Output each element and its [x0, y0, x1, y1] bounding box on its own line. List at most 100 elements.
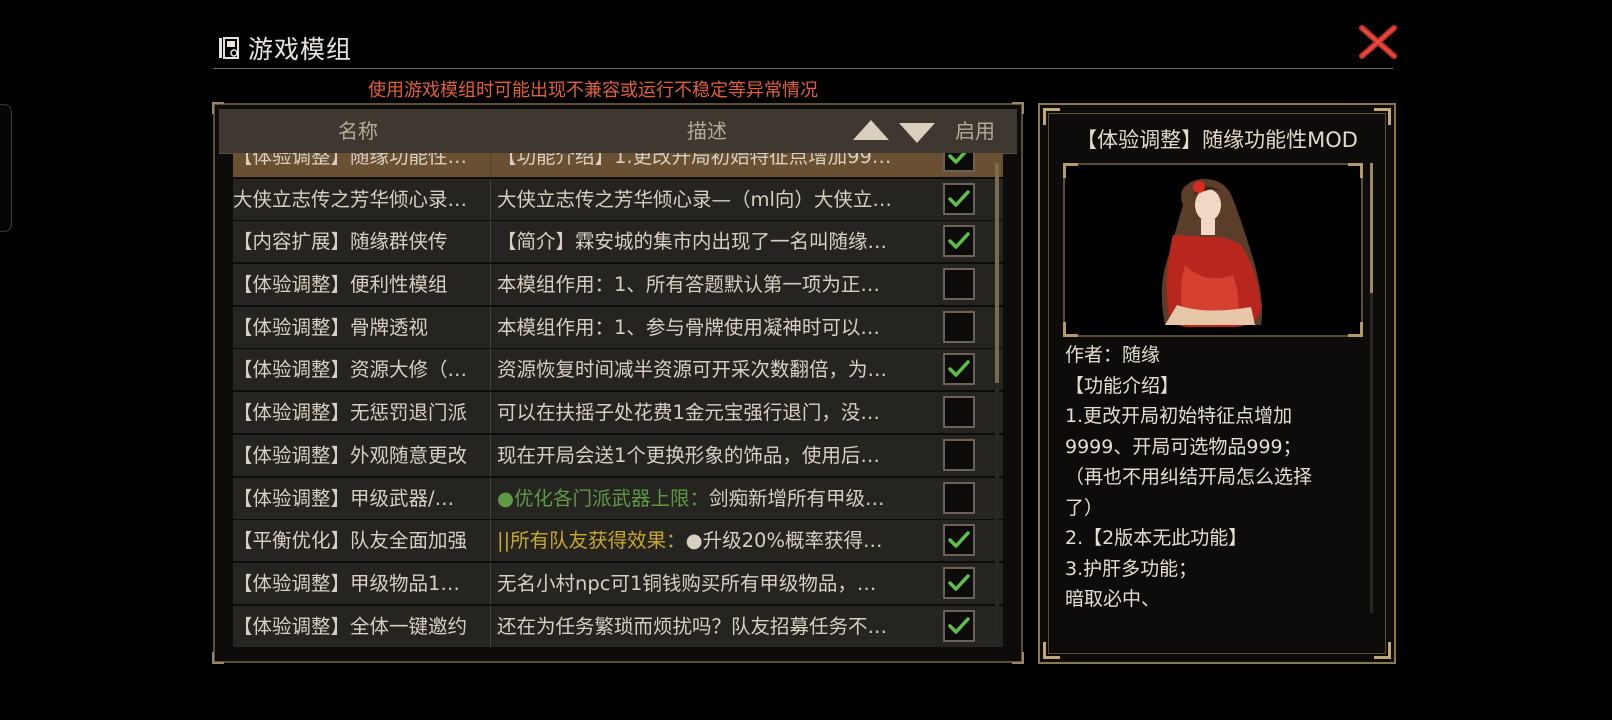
detail-line: 2.【2版本无此功能】: [1065, 527, 1248, 549]
sort-down-icon[interactable]: [899, 123, 935, 143]
enable-checkbox[interactable]: [943, 153, 975, 172]
list-scrollbar-thumb[interactable]: [995, 163, 999, 383]
enable-checkbox[interactable]: [943, 182, 975, 215]
mod-name: 【平衡优化】队友全面加强: [233, 520, 491, 562]
mod-description: 无名小村npc可1铜钱购买所有甲级物品，…: [491, 563, 927, 604]
mod-name: 【体验调整】甲级武器/…: [233, 477, 491, 519]
mod-description: 【功能介绍】1.更改开局初始特征点增加99…: [491, 153, 927, 177]
enable-checkbox[interactable]: [943, 566, 975, 599]
column-enable-header[interactable]: 启用: [941, 109, 1009, 153]
check-icon: [948, 531, 970, 548]
close-icon: [1359, 25, 1397, 59]
check-icon: [948, 616, 970, 634]
description-text: 现在开局会送1个更换形象的饰品，使用后…: [497, 443, 880, 467]
mod-rows[interactable]: 【体验调整】随缘功能性… 【功能介绍】1.更改开局初始特征点增加99… 大侠立志传之…: [233, 153, 1003, 655]
description-text: 本模组作用：1、所有答题默认第一项为正…: [497, 273, 880, 297]
column-name-header[interactable]: 名称: [219, 109, 497, 153]
mod-name: 【体验调整】随缘功能性…: [233, 153, 491, 177]
description-text: 资源恢复时间减半资源可开采次数翻倍，为…: [497, 358, 888, 382]
enable-checkbox[interactable]: [943, 524, 975, 557]
page-title: 游戏模组: [248, 35, 353, 64]
description-text: 大侠立志传之芳华倾心录—（ml向）大侠立…: [497, 187, 892, 211]
enable-checkbox[interactable]: [943, 225, 975, 258]
enable-checkbox[interactable]: [943, 396, 975, 429]
enable-cell: [927, 435, 1003, 476]
detail-line: （再也不用纠结开局怎么选择: [1065, 466, 1313, 488]
detail-line: 作者：随缘: [1065, 344, 1161, 366]
mod-description: 本模组作用：1、所有答题默认第一项为正…: [491, 264, 927, 305]
close-button[interactable]: [1356, 20, 1400, 64]
mod-row[interactable]: 【平衡优化】队友全面加强 ||所有队友获得效果：●升级20%概率获得…: [233, 520, 1003, 562]
description-text: 可以在扶摇子处花费1金元宝强行退门，没…: [497, 401, 880, 425]
enable-cell: [927, 563, 1003, 604]
sort-up-icon[interactable]: [853, 120, 889, 140]
mod-preview-image: [1063, 163, 1363, 337]
enable-cell: [927, 349, 1003, 390]
mod-name: 【内容扩展】随缘群侠传: [233, 221, 491, 263]
detail-line: 9999、开局可选物品999；: [1065, 435, 1302, 458]
mod-description: 本模组作用：1、参与骨牌使用凝神时可以…: [491, 307, 927, 348]
mod-icon: [219, 37, 239, 59]
mod-description: 大侠立志传之芳华倾心录—（ml向）大侠立…: [491, 179, 927, 220]
mod-row[interactable]: 【体验调整】甲级武器/… ●优化各门派武器上限：剑痴新增所有甲级…: [233, 477, 1003, 519]
description-text: ●升级20%概率获得…: [685, 529, 883, 553]
mod-row[interactable]: 【体验调整】外观随意更改 现在开局会送1个更换形象的饰品，使用后…: [233, 434, 1003, 476]
detail-scrollbar[interactable]: [1370, 163, 1373, 613]
enable-cell: [927, 520, 1003, 561]
description-text: 【简介】霖安城的集市内出现了一名叫随缘…: [497, 230, 888, 254]
enable-checkbox[interactable]: [943, 438, 975, 471]
check-icon: [948, 153, 967, 164]
description-highlight: ●优化各门派武器上限：: [497, 486, 710, 510]
mod-description: 资源恢复时间减半资源可开采次数翻倍，为…: [491, 349, 927, 390]
mod-name: 【体验调整】资源大修（…: [233, 349, 491, 391]
enable-checkbox[interactable]: [943, 609, 975, 642]
detail-line: 了）: [1065, 496, 1104, 519]
mod-row[interactable]: 【体验调整】便利性模组 本模组作用：1、所有答题默认第一项为正…: [233, 264, 1003, 306]
mod-name: 大侠立志传之芳华倾心录…: [233, 178, 491, 220]
detail-scrollbar-thumb[interactable]: [1370, 163, 1373, 293]
enable-checkbox[interactable]: [943, 310, 975, 343]
mod-description: 可以在扶摇子处花费1金元宝强行退门，没…: [491, 392, 927, 433]
detail-line: 暗取必中、: [1065, 588, 1161, 610]
portrait-illustration: [1161, 178, 1263, 328]
description-text: 剑痴新增所有甲级…: [709, 486, 885, 510]
check-icon: [948, 232, 970, 250]
mod-row[interactable]: 【体验调整】全体一键邀约 还在为任务繁琐而烦扰吗？队友招募任务不…: [233, 605, 1003, 647]
mod-row[interactable]: 【体验调整】骨牌透视 本模组作用：1、参与骨牌使用凝神时可以…: [233, 306, 1003, 348]
mod-description: 还在为任务繁琐而烦扰吗？队友招募任务不…: [491, 606, 927, 647]
mod-row[interactable]: 【体验调整】资源大修（… 资源恢复时间减半资源可开采次数翻倍，为…: [233, 349, 1003, 391]
mod-row[interactable]: 【体验调整】甲级物品1… 无名小村npc可1铜钱购买所有甲级物品，…: [233, 562, 1003, 604]
mod-list-panel: 名称 描述 启用 【体验调整】随缘功能性… 【功能介绍】1.更改开局初始特征点增加…: [212, 102, 1024, 664]
detail-line: 3.护肝多功能；: [1065, 557, 1198, 580]
mod-name: 【体验调整】骨牌透视: [233, 306, 491, 348]
mod-row[interactable]: 【内容扩展】随缘群侠传 【简介】霖安城的集市内出现了一名叫随缘…: [233, 221, 1003, 263]
enable-cell: [927, 264, 1003, 305]
enable-checkbox[interactable]: [943, 353, 975, 386]
mod-name: 【体验调整】外观随意更改: [233, 434, 491, 476]
mod-description: ||所有队友获得效果：●升级20%概率获得…: [491, 520, 927, 561]
enable-checkbox[interactable]: [943, 481, 975, 514]
detail-description: 作者：随缘 【功能介绍】 1.更改开局初始特征点增加 9999、开局可选物品999； （…: [1065, 340, 1355, 615]
mod-row[interactable]: 大侠立志传之芳华倾心录… 大侠立志传之芳华倾心录—（ml向）大侠立…: [233, 178, 1003, 220]
list-scrollbar[interactable]: [995, 163, 999, 635]
mod-row[interactable]: 【体验调整】无惩罚退门派 可以在扶摇子处花费1金元宝强行退门，没…: [233, 392, 1003, 434]
mod-name: 【体验调整】无惩罚退门派: [233, 392, 491, 434]
mod-name: 【体验调整】甲级物品1…: [233, 562, 491, 604]
enable-cell: [927, 179, 1003, 220]
enable-cell: [927, 153, 1003, 177]
description-text: 还在为任务繁琐而烦扰吗？队友招募任务不…: [497, 614, 888, 638]
enable-cell: [927, 478, 1003, 519]
enable-checkbox[interactable]: [943, 268, 975, 301]
list-header: 名称 描述 启用: [219, 109, 1017, 154]
detail-line: 1.更改开局初始特征点增加: [1065, 405, 1293, 427]
mod-description: 现在开局会送1个更换形象的饰品，使用后…: [491, 435, 927, 476]
title-divider: [213, 68, 1393, 69]
side-edge-tab[interactable]: [0, 104, 12, 232]
mod-row[interactable]: 【体验调整】随缘功能性… 【功能介绍】1.更改开局初始特征点增加99…: [233, 153, 1003, 177]
check-icon: [948, 189, 970, 207]
description-text: 本模组作用：1、参与骨牌使用凝神时可以…: [497, 315, 880, 339]
mod-name: 【体验调整】便利性模组: [233, 264, 491, 306]
warning-text: 使用游戏模组时可能出现不兼容或运行不稳定等异常情况: [368, 80, 818, 101]
enable-cell: [927, 392, 1003, 433]
description-text: 无名小村npc可1铜钱购买所有甲级物品，…: [497, 571, 877, 595]
